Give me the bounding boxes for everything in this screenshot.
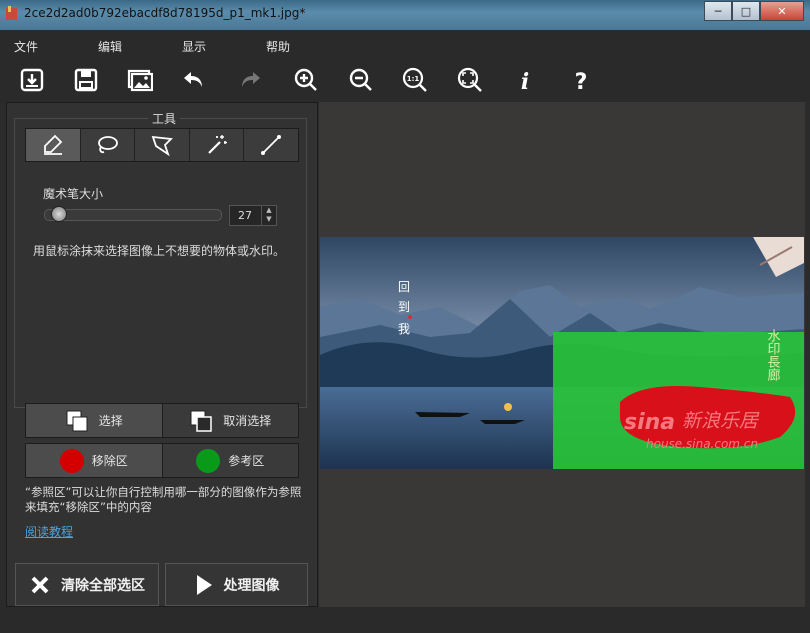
window-title: 2ce2d2ad0b792ebacdf8d78195d_p1_mk1.jpg* (24, 6, 306, 20)
watermark-url: house.sina.com.cn (646, 437, 758, 451)
zoom-out-button[interactable] (345, 66, 377, 94)
side-watermark-text: 水印長廊 (765, 329, 781, 381)
poem-char-2: 到 (398, 300, 410, 314)
status-bar (0, 607, 810, 633)
close-button[interactable]: ✕ (760, 1, 804, 21)
poem-char-1: 回 (398, 280, 410, 294)
clear-selection-label: 清除全部选区 (61, 577, 145, 594)
save-button[interactable] (70, 66, 102, 94)
watermark-brand: sina (624, 410, 675, 435)
image-icon (127, 69, 153, 92)
remove-region-button[interactable]: 移除区 (26, 444, 163, 477)
app-icon (6, 6, 17, 20)
help-button[interactable]: ? (565, 66, 597, 94)
help-icon: ? (575, 70, 588, 93)
clear-x-icon (31, 576, 49, 593)
menu-help[interactable]: 帮助 (266, 38, 290, 55)
undo-icon (184, 72, 202, 87)
polygon-lasso-tool[interactable] (135, 129, 190, 161)
tool-selector (25, 128, 299, 162)
minimize-button[interactable]: ─ (704, 1, 732, 21)
actual-size-icon: 1:1 (402, 67, 427, 92)
menu-edit[interactable]: 编辑 (98, 38, 122, 55)
lasso-tool[interactable] (81, 129, 136, 161)
brush-size-slider[interactable] (44, 209, 222, 221)
magic-wand-tool[interactable] (190, 129, 245, 161)
line-tool[interactable] (244, 129, 298, 161)
landscape-photo: 回 到 我 水印長廊 sina 新浪乐居 house.sina.com.cn (320, 237, 804, 469)
redo-icon (242, 72, 260, 87)
open-button[interactable] (16, 66, 48, 94)
reference-region-label: 参考区 (228, 454, 265, 468)
zoom-in-icon (294, 68, 317, 91)
fit-icon (457, 67, 482, 92)
zoom-out-icon (349, 68, 372, 91)
region-type-group: 移除区 参考区 (25, 443, 299, 478)
selection-mode-group: 选择 取消选择 (25, 403, 299, 438)
select-button[interactable]: 选择 (26, 404, 163, 437)
reference-region-button[interactable]: 参考区 (162, 444, 298, 477)
magic-wand-icon (207, 135, 227, 154)
brush-hint: 用鼠标涂抹来选择图像上不想要的物体或水印。 (33, 244, 286, 258)
menu-view[interactable]: 显示 (182, 38, 206, 55)
undo-button[interactable] (178, 66, 210, 94)
clear-selection-button[interactable]: 清除全部选区 (15, 563, 159, 606)
edited-image[interactable]: 回 到 我 水印長廊 sina 新浪乐居 house.sina.com.cn (320, 237, 804, 469)
remove-region-label: 移除区 (91, 454, 128, 468)
select-label: 选择 (98, 414, 123, 428)
image-button[interactable] (124, 66, 156, 94)
tutorial-link[interactable]: 阅读教程 (25, 523, 73, 540)
title-bar[interactable]: 2ce2d2ad0b792ebacdf8d78195d_p1_mk1.jpg* … (0, 0, 810, 30)
menu-bar: 文件 编辑 显示 帮助 (0, 30, 810, 58)
save-icon (74, 68, 98, 92)
lasso-icon (98, 136, 119, 154)
poem-char-3: 我 (398, 322, 410, 336)
watermark-cn: 新浪乐居 (682, 410, 760, 432)
brush-size-label: 魔术笔大小 (43, 187, 104, 201)
reference-note: “参照区”可以让你自行控制用哪一部分的图像作为参照来填充“移除区”中的内容 (25, 485, 302, 514)
reference-color-dot (196, 448, 221, 473)
polygon-lasso-icon (151, 135, 173, 157)
svg-text:i: i (521, 69, 529, 93)
remove-color-dot (59, 448, 84, 473)
process-image-button[interactable]: 处理图像 (165, 563, 308, 606)
open-icon (20, 68, 44, 92)
deselect-icon (190, 410, 212, 432)
brush-size-spinbox[interactable]: 27 ▲ ▼ (229, 205, 277, 226)
spin-arrows[interactable]: ▲ ▼ (261, 206, 276, 225)
pen-icon (43, 134, 63, 155)
deselect-label: 取消选择 (223, 414, 272, 428)
svg-text:?: ? (575, 70, 588, 93)
redo-button[interactable] (234, 66, 266, 94)
maximize-button[interactable]: □ (732, 1, 760, 21)
info-icon: i (521, 69, 529, 93)
info-button[interactable]: i (509, 66, 541, 94)
play-icon (196, 574, 212, 595)
svg-text:1:1: 1:1 (407, 75, 420, 83)
brush-size-value: 27 (238, 209, 252, 222)
tools-title: 工具 (148, 110, 181, 127)
zoom-in-button[interactable] (290, 66, 322, 94)
deselect-button[interactable]: 取消选择 (162, 404, 298, 437)
select-icon (66, 410, 88, 431)
process-image-label: 处理图像 (223, 577, 280, 594)
fit-button[interactable] (454, 66, 486, 94)
toolbar: 1:1 i ? (0, 58, 810, 102)
menu-file[interactable]: 文件 (14, 38, 38, 55)
actual-size-button[interactable]: 1:1 (399, 66, 431, 94)
line-icon (261, 135, 282, 155)
brush-size-slider-handle[interactable] (50, 206, 67, 222)
magic-brush-tool[interactable] (26, 129, 81, 161)
